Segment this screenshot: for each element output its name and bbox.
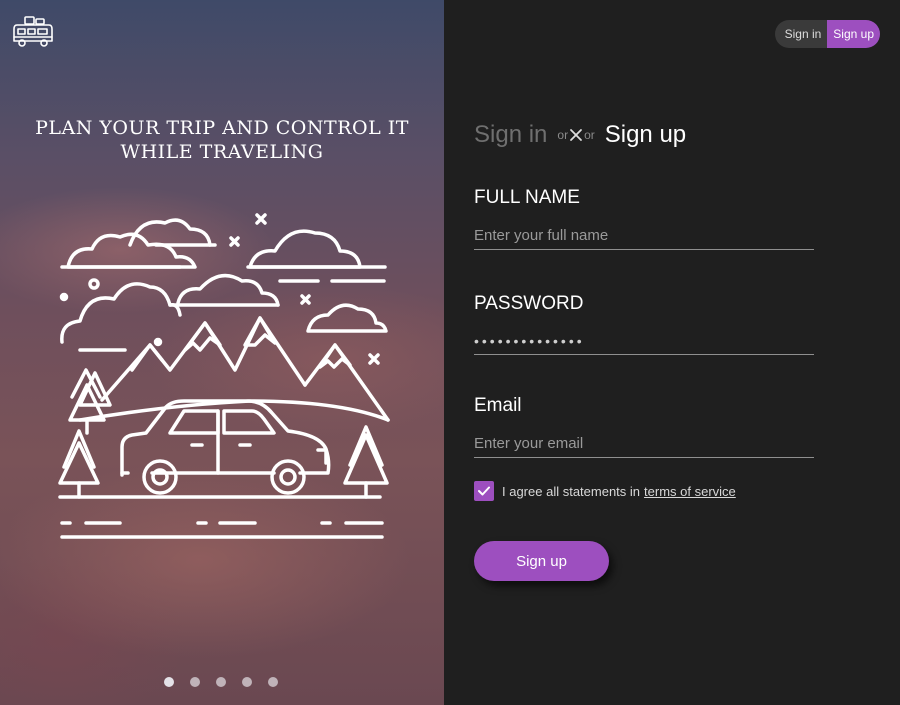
checkmark-icon [478, 486, 490, 496]
email-field: Email [474, 395, 814, 458]
title-signin-link[interactable]: Sign in [474, 121, 547, 149]
hero-panel: Plan your trip and control it while trav… [0, 0, 444, 705]
auth-toggle: Sign in Sign up [774, 20, 880, 48]
or-left-text: or [557, 128, 569, 142]
or-right-text: or [584, 128, 595, 142]
fullname-input[interactable] [474, 227, 814, 250]
terms-agreement: I agree all statements in terms of servi… [474, 481, 736, 501]
carousel-dot[interactable] [190, 677, 200, 687]
carousel-dot[interactable] [164, 677, 174, 687]
password-field: PASSWORD [474, 293, 814, 355]
title-or-separator: or or [557, 128, 594, 142]
password-label: PASSWORD [474, 293, 584, 314]
form-panel: Sign in Sign up Sign in or or Sign up FU… [444, 0, 900, 705]
hero-headline: Plan your trip and control it while trav… [0, 116, 444, 164]
toggle-signin-button[interactable]: Sign in [774, 20, 828, 48]
terms-link[interactable]: terms of service [644, 484, 736, 499]
close-icon [570, 129, 582, 141]
carousel-dots [164, 677, 278, 687]
hero-headline-line2: while traveling [120, 141, 324, 163]
form-title: Sign in or or Sign up [474, 121, 686, 149]
carousel-dot[interactable] [268, 677, 278, 687]
title-signup-link[interactable]: Sign up [605, 121, 686, 149]
password-input[interactable] [474, 333, 814, 355]
toggle-signup-button[interactable]: Sign up [827, 20, 880, 48]
terms-text: I agree all statements in [502, 483, 641, 499]
fullname-label: FULL NAME [474, 187, 580, 208]
car-mountains-illustration [58, 213, 390, 539]
terms-checkbox[interactable] [474, 481, 494, 501]
email-input[interactable] [474, 435, 814, 458]
travel-bus-icon [13, 16, 53, 47]
fullname-field: FULL NAME [474, 187, 814, 250]
email-label: Email [474, 395, 522, 416]
hero-headline-line1: Plan your trip and control it [35, 117, 409, 139]
signup-submit-button[interactable]: Sign up [474, 541, 609, 581]
carousel-dot[interactable] [216, 677, 226, 687]
carousel-dot[interactable] [242, 677, 252, 687]
